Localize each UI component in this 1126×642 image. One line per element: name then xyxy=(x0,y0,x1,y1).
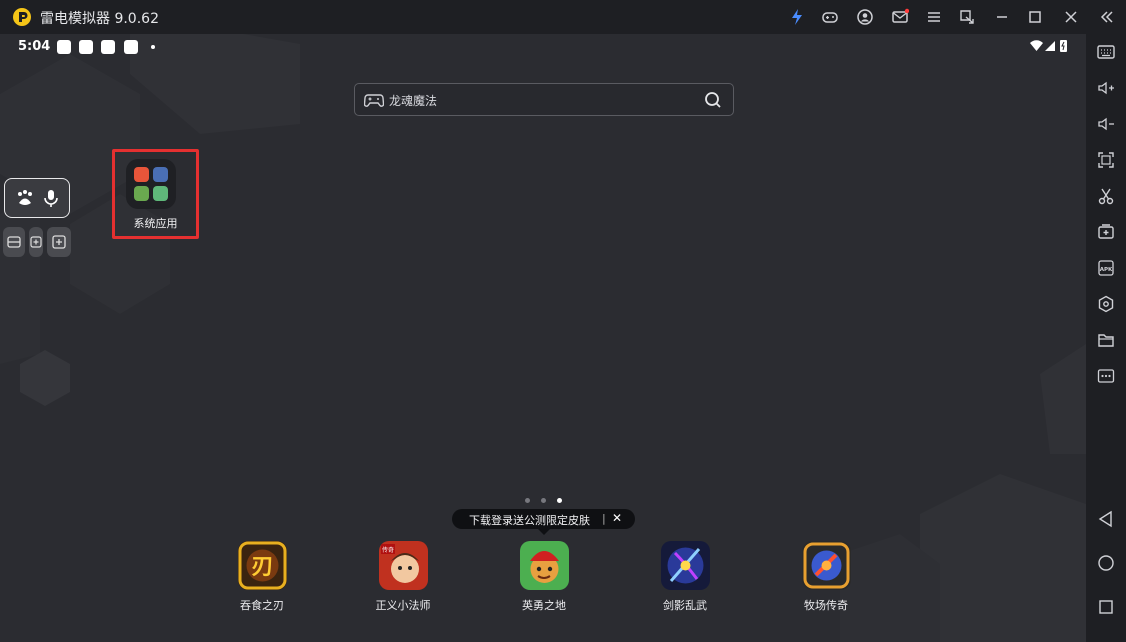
notification-icon xyxy=(79,40,93,54)
right-toolbar: APK xyxy=(1086,34,1126,642)
close-icon[interactable] xyxy=(1062,8,1080,26)
app-logo-icon xyxy=(12,7,32,27)
svg-text:传奇: 传奇 xyxy=(382,546,394,554)
minimize-icon[interactable] xyxy=(993,8,1011,26)
download-app-icon xyxy=(153,186,168,201)
game-icon xyxy=(661,541,710,590)
system-apps-folder[interactable]: 系统应用 xyxy=(112,149,199,239)
more-notifications-dot xyxy=(151,45,155,49)
svg-text:APK: APK xyxy=(1100,267,1113,273)
user-icon[interactable] xyxy=(856,8,874,26)
microphone-icon[interactable] xyxy=(41,188,61,208)
maximize-icon[interactable] xyxy=(1026,8,1044,26)
wifi-icon xyxy=(1030,40,1043,51)
scan-tool-button[interactable] xyxy=(3,227,25,257)
app-title: 雷电模拟器 9.0.62 xyxy=(40,11,159,27)
battery-icon xyxy=(1060,40,1067,52)
game-yingyong-zhidi[interactable]: 英勇之地 xyxy=(504,541,584,613)
notification-icon xyxy=(101,40,115,54)
settings-hex-icon[interactable] xyxy=(1097,295,1115,313)
keyboard-icon[interactable] xyxy=(1097,43,1115,61)
game-icon: 刃 xyxy=(238,541,287,590)
more-icon[interactable] xyxy=(1097,367,1115,385)
game-label: 剑影乱武 xyxy=(663,599,707,612)
android-screen: 5:04 龙魂魔法 系统应用 下载登录送公测限定皮肤 | ✕ 刃 吞食之刃 传奇… xyxy=(0,34,1086,642)
search-icon[interactable] xyxy=(703,90,723,110)
promo-tooltip: 下载登录送公测限定皮肤 | ✕ xyxy=(452,509,635,529)
plus-box-icon xyxy=(52,235,66,249)
collapse-icon[interactable] xyxy=(1098,8,1116,26)
voice-assistant-panel[interactable] xyxy=(4,178,70,218)
add-screen-icon[interactable] xyxy=(1097,223,1115,241)
browser-app-icon xyxy=(134,167,149,182)
restore-window-icon[interactable] xyxy=(958,8,976,26)
scan-icon xyxy=(7,236,21,248)
notification-icon xyxy=(124,40,138,54)
game-label: 吞食之刃 xyxy=(240,599,284,612)
recent-apps-icon[interactable] xyxy=(1097,598,1115,616)
page-dot[interactable] xyxy=(541,498,546,503)
folder-icon[interactable] xyxy=(1097,331,1115,349)
add-tool-button[interactable] xyxy=(29,227,43,257)
add-button[interactable] xyxy=(47,227,71,257)
promo-separator: | xyxy=(602,512,606,525)
game-muchang-chuanqi[interactable]: 牧场传奇 xyxy=(786,541,866,613)
gamepad-icon xyxy=(364,94,384,107)
page-dot-active[interactable] xyxy=(557,498,562,503)
gallery-app-icon xyxy=(134,186,149,201)
volume-up-icon[interactable] xyxy=(1097,79,1115,97)
scissors-icon[interactable] xyxy=(1097,187,1115,205)
signal-icon xyxy=(1045,41,1055,51)
folder-icon-bg xyxy=(126,159,176,209)
game-label: 牧场传奇 xyxy=(804,599,848,612)
apk-icon[interactable]: APK xyxy=(1097,259,1115,277)
game-jianying-luanwu[interactable]: 剑影乱武 xyxy=(645,541,725,613)
status-time: 5:04 xyxy=(18,39,51,54)
home-icon[interactable] xyxy=(1097,554,1115,572)
notification-icon xyxy=(57,40,71,54)
page-dot[interactable] xyxy=(525,498,530,503)
game-zhengyi-xiaofashi[interactable]: 传奇 正义小法师 xyxy=(363,541,443,613)
game-label: 正义小法师 xyxy=(375,599,431,612)
game-icon xyxy=(520,541,569,590)
screenshot-icon[interactable] xyxy=(1097,151,1115,169)
contacts-app-icon xyxy=(153,167,168,182)
game-icon xyxy=(802,541,851,590)
back-icon[interactable] xyxy=(1097,510,1115,528)
search-bar[interactable]: 龙魂魔法 xyxy=(354,83,734,116)
status-indicators xyxy=(1030,40,1067,52)
game-label: 英勇之地 xyxy=(522,599,566,612)
lightning-icon[interactable] xyxy=(788,8,806,26)
promo-close-button[interactable]: ✕ xyxy=(612,511,622,525)
gamepad-icon[interactable] xyxy=(821,8,839,26)
mail-icon[interactable] xyxy=(891,8,909,26)
baidu-paw-icon[interactable] xyxy=(15,188,35,208)
volume-down-icon[interactable] xyxy=(1097,115,1115,133)
title-bar: 雷电模拟器 9.0.62 xyxy=(0,0,1126,34)
folder-label: 系统应用 xyxy=(133,217,178,230)
game-tunshi-zhiren[interactable]: 刃 吞食之刃 xyxy=(222,541,302,613)
promo-text: 下载登录送公测限定皮肤 xyxy=(469,514,590,527)
svg-text:刃: 刃 xyxy=(251,555,273,580)
game-icon: 传奇 xyxy=(379,541,428,590)
tooltip-arrow xyxy=(538,529,550,535)
search-text: 龙魂魔法 xyxy=(389,94,438,108)
add-frame-icon xyxy=(30,236,42,248)
menu-icon[interactable] xyxy=(925,8,943,26)
